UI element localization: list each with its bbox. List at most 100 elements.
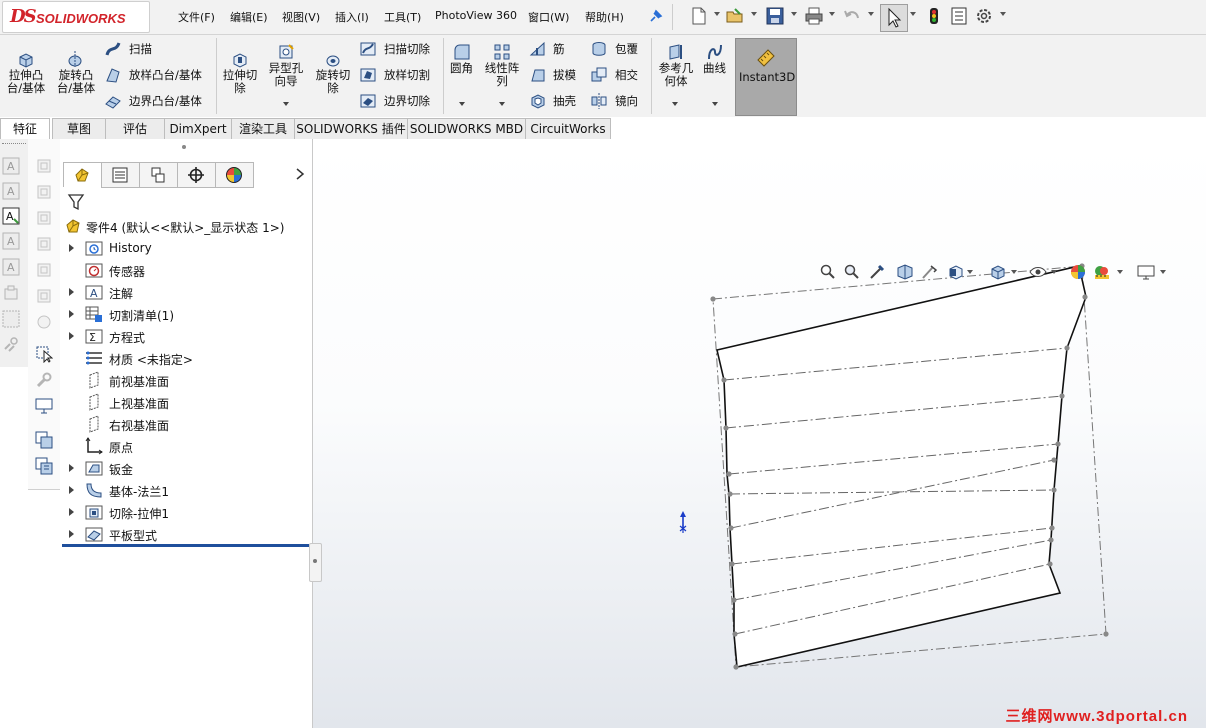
options-dropdown-arrow[interactable] — [1000, 12, 1006, 16]
wrench-icon[interactable] — [35, 371, 53, 389]
menu-file[interactable]: 文件(F) — [178, 9, 215, 25]
boundary-boss-icon[interactable] — [104, 92, 122, 110]
hole-wizard-icon[interactable] — [277, 43, 295, 61]
reference-geometry-dropdown[interactable] — [672, 102, 678, 106]
open-dropdown-arrow[interactable] — [751, 12, 757, 16]
expand-arrow-icon[interactable] — [69, 332, 74, 340]
expand-arrow-icon[interactable] — [69, 530, 74, 538]
tree-item-cut-extrude[interactable]: 切除-拉伸1 — [60, 501, 310, 523]
menu-insert[interactable]: 插入(I) — [335, 9, 369, 25]
mirror-button[interactable]: 镜向 — [615, 95, 638, 108]
tab-display-manager[interactable] — [215, 162, 254, 188]
smart-dimension-icon[interactable]: A — [2, 157, 20, 175]
weld-symbol-icon[interactable]: A — [2, 258, 20, 276]
graphics-viewport[interactable] — [313, 139, 1206, 728]
sweep-icon[interactable] — [104, 40, 122, 58]
zoom-to-area-icon[interactable] — [844, 264, 860, 280]
hole-wizard-dropdown[interactable] — [283, 102, 289, 106]
expand-arrow-icon[interactable] — [69, 464, 74, 472]
tree-item-annotations[interactable]: A 注解 — [60, 281, 310, 303]
menu-photoview[interactable]: PhotoView 360 — [435, 9, 517, 22]
options-gear-icon[interactable] — [975, 7, 993, 25]
select-button[interactable] — [880, 4, 908, 32]
tab-evaluate[interactable]: 评估 — [105, 118, 165, 139]
tab-dimxpert-manager[interactable] — [177, 162, 216, 188]
zoom-to-fit-icon[interactable] — [820, 264, 836, 280]
tab-sketch[interactable]: 草图 — [52, 118, 106, 139]
boundary-boss-button[interactable]: 边界凸台/基体 — [129, 95, 202, 108]
sweep-button[interactable]: 扫描 — [129, 43, 152, 56]
lofted-cut-button[interactable]: 放样切割 — [384, 69, 430, 82]
fillet-button[interactable]: 圆角 — [450, 62, 473, 75]
tree-item-equations[interactable]: Σ 方程式 — [60, 325, 310, 347]
open-folder-icon[interactable] — [726, 7, 744, 25]
extrude-boss-button[interactable]: 拉伸凸 台/基体 — [3, 69, 49, 95]
view-settings-monitor-icon[interactable] — [1137, 264, 1155, 280]
filter-funnel-icon[interactable] — [67, 193, 85, 211]
reference-geometry-button[interactable]: 参考几 何体 — [654, 62, 698, 88]
view-cube-7-icon[interactable] — [35, 313, 53, 331]
view-cube-2-icon[interactable] — [35, 183, 53, 201]
tree-item-flat-pattern[interactable]: 平板型式 — [60, 523, 310, 545]
rebuild-traffic-light-icon[interactable] — [925, 7, 943, 25]
display-style-dropdown[interactable] — [1011, 270, 1017, 274]
copy-view-icon[interactable] — [35, 431, 53, 449]
draft-button[interactable]: 拔模 — [553, 69, 576, 82]
display-style-icon[interactable] — [989, 264, 1007, 280]
tree-item-front-plane[interactable]: 前视基准面 — [60, 369, 310, 391]
tree-item-cut-list[interactable]: 切割清单(1) — [60, 303, 310, 325]
view-cube-1-icon[interactable] — [35, 157, 53, 175]
linear-pattern-dropdown[interactable] — [499, 102, 505, 106]
revolve-cut-button[interactable]: 旋转切除 — [311, 69, 355, 95]
tree-item-material[interactable]: 材质 <未指定> — [60, 347, 310, 369]
chevron-right-icon[interactable] — [294, 167, 306, 181]
wrap-icon[interactable] — [590, 40, 608, 58]
lofted-cut-icon[interactable] — [359, 66, 377, 84]
apply-scene-icon[interactable] — [1093, 264, 1111, 280]
intersect-button[interactable]: 相交 — [615, 69, 638, 82]
tree-item-sensors[interactable]: 传感器 — [60, 259, 310, 281]
apply-scene-dropdown[interactable] — [1117, 270, 1123, 274]
tab-features[interactable]: 特征 — [0, 118, 50, 139]
tree-item-origin[interactable]: 原点 — [60, 435, 310, 457]
extrude-cut-button[interactable]: 拉伸切除 — [220, 69, 260, 95]
pin-icon[interactable] — [648, 8, 664, 24]
view-orientation-dropdown[interactable] — [967, 270, 973, 274]
tree-item-top-plane[interactable]: 上视基准面 — [60, 391, 310, 413]
linear-pattern-button[interactable]: 线性阵列 — [482, 62, 522, 88]
tree-item-right-plane[interactable]: 右视基准面 — [60, 413, 310, 435]
sheet-metal-model[interactable] — [313, 139, 1206, 728]
shell-icon[interactable] — [529, 92, 547, 110]
save-icon[interactable] — [766, 7, 784, 25]
select-window-icon[interactable] — [35, 345, 53, 363]
tab-solidworks-addins[interactable]: SOLIDWORKS 插件 — [294, 118, 408, 139]
menu-tools[interactable]: 工具(T) — [384, 9, 421, 25]
swept-cut-icon[interactable] — [359, 40, 377, 58]
tree-item-sheet-metal[interactable]: 钣金 — [60, 457, 310, 479]
file-properties-icon[interactable] — [950, 7, 968, 25]
loft-boss-icon[interactable] — [104, 66, 122, 84]
hide-show-items-icon[interactable] — [1029, 264, 1047, 280]
tab-dimxpert[interactable]: DimXpert — [164, 118, 232, 139]
expand-arrow-icon[interactable] — [69, 288, 74, 296]
loft-boss-button[interactable]: 放样凸台/基体 — [129, 69, 202, 82]
print-icon[interactable] — [805, 7, 823, 25]
shell-button[interactable]: 抽壳 — [553, 95, 576, 108]
mirror-icon[interactable] — [590, 92, 608, 110]
expand-arrow-icon[interactable] — [69, 508, 74, 516]
tab-circuitworks[interactable]: CircuitWorks — [525, 118, 611, 139]
intersect-icon[interactable] — [590, 66, 608, 84]
instant3d-button[interactable]: Instant3D — [735, 38, 797, 116]
extrude-cut-icon[interactable] — [231, 50, 249, 68]
paste-view-icon[interactable] — [35, 457, 53, 475]
tab-property-manager[interactable] — [101, 162, 140, 188]
pane-grip[interactable] — [182, 145, 186, 149]
view-settings-dropdown[interactable] — [1160, 270, 1166, 274]
hide-show-dropdown[interactable] — [1051, 270, 1057, 274]
undo-icon[interactable] — [843, 7, 861, 25]
extrude-boss-icon[interactable] — [17, 50, 35, 68]
linear-pattern-icon[interactable] — [493, 43, 511, 61]
display-pane-icon[interactable] — [35, 397, 53, 415]
curves-button[interactable]: 曲线 — [703, 62, 726, 75]
tree-item-base-flange[interactable]: 基体-法兰1 — [60, 479, 310, 501]
